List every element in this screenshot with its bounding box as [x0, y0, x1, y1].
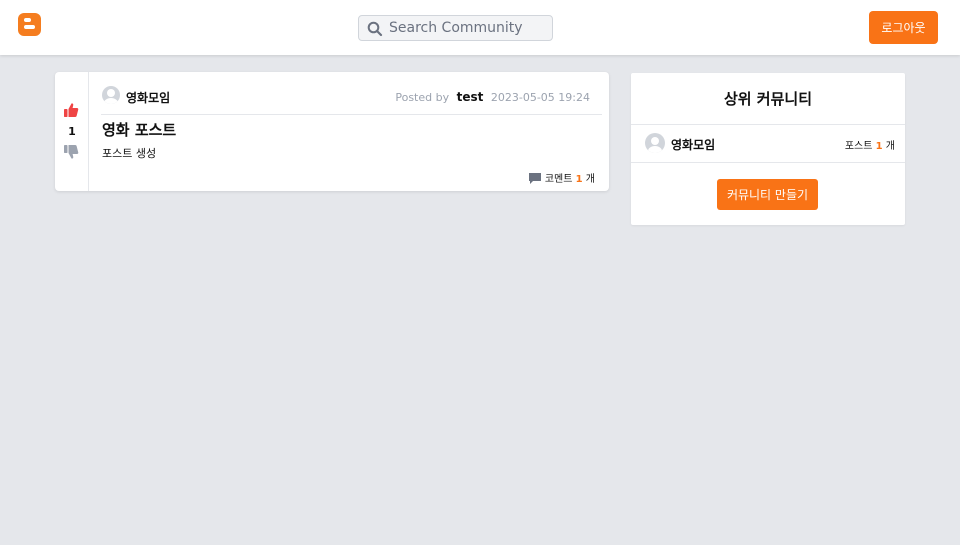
comment-count-link[interactable]: 코멘트 1 개: [528, 170, 595, 185]
post-meta: Posted by test 2023-05-05 19:24: [395, 90, 590, 104]
comment-unit: 개: [585, 174, 595, 185]
post-author-link[interactable]: test: [457, 90, 484, 104]
posts-label: 포스트: [844, 141, 873, 152]
posted-by-label: Posted by: [395, 91, 450, 104]
comment-icon: [528, 173, 541, 184]
post-community-link[interactable]: 영화모임: [126, 89, 170, 106]
search-input[interactable]: [389, 18, 549, 38]
post-card[interactable]: 1 영화모임 Posted by test 2023-05-05 19:24 영…: [55, 72, 609, 191]
posts-count: 1: [875, 141, 883, 152]
create-community-button[interactable]: 커뮤니티 만들기: [717, 179, 818, 210]
post-title[interactable]: 영화 포스트: [102, 119, 176, 140]
comment-label: 코멘트: [544, 174, 573, 185]
search-icon: [367, 21, 383, 37]
vote-column: 1: [55, 72, 89, 191]
top-communities-card: 상위 커뮤니티 영화모임 포스트 1 개 커뮤니티 만들기: [631, 73, 905, 225]
thumbs-up-icon[interactable]: [63, 102, 79, 118]
community-post-count: 포스트 1 개: [845, 137, 895, 152]
community-list-item[interactable]: 영화모임 포스트 1 개: [631, 125, 905, 163]
search-bar: [358, 15, 553, 41]
community-name[interactable]: 영화모임: [671, 136, 715, 153]
logout-button[interactable]: 로그아웃: [869, 11, 938, 44]
community-avatar: [645, 133, 665, 153]
top-navbar: 로그아웃: [0, 0, 960, 55]
posts-unit: 개: [885, 141, 895, 152]
vote-count: 1: [68, 125, 76, 138]
blogger-logo-icon[interactable]: [18, 13, 41, 36]
post-body: 포스트 생성: [102, 147, 157, 160]
post-header: 영화모임 Posted by test 2023-05-05 19:24: [101, 84, 602, 115]
thumbs-down-icon[interactable]: [63, 144, 79, 160]
post-timestamp: 2023-05-05 19:24: [490, 91, 590, 104]
community-avatar: [102, 86, 120, 104]
comment-count: 1: [575, 174, 583, 185]
top-communities-title: 상위 커뮤니티: [631, 73, 905, 125]
